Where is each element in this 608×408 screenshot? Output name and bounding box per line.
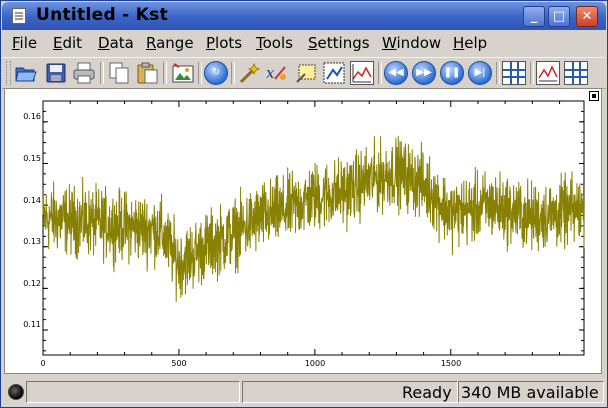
layout-icon[interactable] xyxy=(350,61,374,85)
save-icon[interactable] xyxy=(44,61,68,85)
kst-window: Untitled - Kst _ □ ✕ File Edit Data Rang… xyxy=(0,0,608,408)
menu-window[interactable]: Window xyxy=(382,34,441,52)
kst-app-icon[interactable] xyxy=(12,8,26,24)
minimize-button[interactable]: _ xyxy=(523,6,545,27)
copy-icon[interactable] xyxy=(107,61,131,85)
x-tick-label: 1000 xyxy=(304,359,326,368)
svg-text:x: x xyxy=(266,64,275,82)
title-bar[interactable]: Untitled - Kst _ □ ✕ xyxy=(2,2,606,30)
toolbar-grip[interactable] xyxy=(6,61,11,85)
menu-file[interactable]: File xyxy=(12,34,37,52)
main-toolbar: ↻ x ◀◀ ▶▶ ❚❚ ▶| xyxy=(2,57,606,89)
change-file-icon[interactable] xyxy=(564,61,588,85)
close-button[interactable]: ✕ xyxy=(576,6,598,27)
y-tick-label: 0.14 xyxy=(23,196,41,205)
toolbar-separator xyxy=(378,62,382,84)
y-tick-label: 0.16 xyxy=(23,112,41,121)
toolbar-separator xyxy=(100,62,104,84)
reload-icon[interactable]: ↻ xyxy=(204,61,228,85)
data-series-line xyxy=(42,135,585,302)
forward-icon[interactable]: ▶▶ xyxy=(412,61,436,85)
y-tick-label: 0.12 xyxy=(23,279,41,288)
toolbar-separator xyxy=(163,62,167,84)
data-wizard-icon[interactable] xyxy=(237,61,261,85)
x-tick-label: 0 xyxy=(40,359,46,368)
x-tick-label: 1500 xyxy=(440,359,462,368)
export-image-icon[interactable] xyxy=(171,61,195,85)
edit-multiple-icon[interactable] xyxy=(294,61,318,85)
x-tick-label: 500 xyxy=(171,359,187,368)
pause-icon[interactable]: ❚❚ xyxy=(440,61,464,85)
menu-edit[interactable]: Edit xyxy=(53,34,82,52)
back-icon[interactable]: ◀◀ xyxy=(384,61,408,85)
time-series-plot[interactable] xyxy=(5,89,601,373)
menu-settings[interactable]: Settings xyxy=(308,34,370,52)
toolbar-separator xyxy=(496,62,500,84)
window-title: Untitled - Kst xyxy=(36,5,169,25)
advance-icon[interactable]: ▶| xyxy=(468,61,492,85)
status-memory: 340 MB available xyxy=(461,383,599,402)
status-led-icon xyxy=(8,384,24,400)
equation-icon[interactable]: x xyxy=(265,61,289,85)
plot-area[interactable]: 0.16 0.15 0.14 0.13 0.12 0.11 0 500 1000… xyxy=(4,88,602,374)
open-icon[interactable] xyxy=(14,61,38,85)
menu-tools[interactable]: Tools xyxy=(256,34,293,52)
toolbar-separator xyxy=(231,62,235,84)
paste-icon[interactable] xyxy=(135,61,159,85)
status-message: Ready xyxy=(402,383,452,402)
maximize-button[interactable]: □ xyxy=(548,6,570,27)
y-tick-label: 0.13 xyxy=(23,237,41,246)
y-tick-label: 0.11 xyxy=(23,320,41,329)
data-manager-icon[interactable] xyxy=(502,61,526,85)
y-tick-label: 0.15 xyxy=(23,154,41,163)
menu-help[interactable]: Help xyxy=(453,34,487,52)
print-icon[interactable] xyxy=(72,61,96,85)
menu-plots[interactable]: Plots xyxy=(206,34,242,52)
zoom-icon[interactable] xyxy=(322,61,346,85)
status-field-progress xyxy=(26,381,240,403)
toolbar-separator xyxy=(530,62,534,84)
menu-bar: File Edit Data Range Plots Tools Setting… xyxy=(2,31,606,55)
menu-data[interactable]: Data xyxy=(98,34,134,52)
status-bar: Ready 340 MB available xyxy=(2,377,606,407)
toolbar-separator xyxy=(198,62,202,84)
plot-dialog-icon[interactable] xyxy=(536,61,560,85)
menu-range[interactable]: Range xyxy=(146,34,194,52)
